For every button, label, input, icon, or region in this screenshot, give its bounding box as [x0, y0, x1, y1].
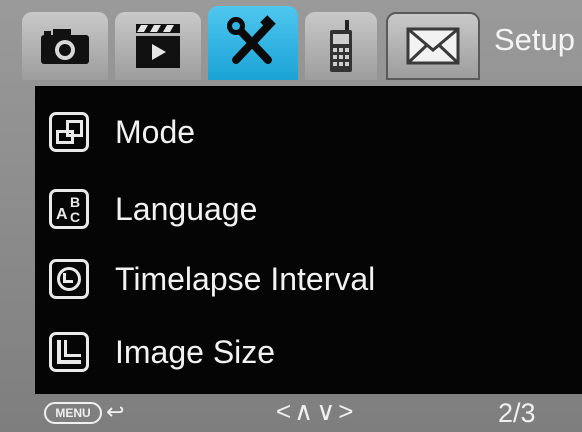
tab-cellular[interactable]	[305, 12, 377, 80]
language-icon-letter-b: B	[70, 194, 81, 210]
language-icon: A B C	[49, 189, 89, 229]
menu-item-timelapse-interval[interactable]: Timelapse Interval	[49, 251, 375, 307]
envelope-icon	[406, 27, 460, 65]
menu-item-label: Language	[115, 190, 258, 227]
menu-item-image-size[interactable]: Image Size	[49, 324, 275, 380]
image-size-icon	[49, 332, 89, 372]
back-icon: ↩	[106, 399, 125, 424]
camera-setup-screen: Setup Mode A B C Language Timelapse Inte…	[0, 0, 582, 432]
tab-video[interactable]	[115, 12, 201, 80]
settings-menu: Mode A B C Language Timelapse Interval I…	[35, 86, 582, 394]
video-icon	[136, 24, 180, 68]
tab-message[interactable]	[386, 12, 480, 80]
menu-item-label: Timelapse Interval	[115, 260, 376, 297]
menu-item-language[interactable]: A B C Language	[49, 181, 257, 237]
tools-icon	[227, 15, 276, 64]
mode-icon	[49, 112, 89, 152]
menu-item-mode[interactable]: Mode	[49, 104, 195, 160]
menu-item-label: Mode	[115, 113, 196, 150]
navigation-hint: <∧∨>	[276, 396, 357, 426]
language-icon-letter-a: A	[56, 206, 68, 223]
menu-button[interactable]: MENU	[44, 402, 102, 424]
menu-item-label: Image Size	[115, 333, 276, 370]
language-icon-letter-c: C	[70, 209, 81, 225]
footer-bar: MENU ↩ <∧∨> 2/3	[0, 394, 582, 432]
cellular-icon	[330, 20, 352, 72]
camera-icon	[41, 29, 89, 64]
tab-bar: Setup	[0, 0, 582, 80]
page-title: Setup	[494, 22, 576, 57]
tab-camera[interactable]	[22, 12, 108, 80]
page-indicator: 2/3	[498, 398, 536, 428]
timelapse-interval-icon	[49, 259, 89, 299]
tab-setup[interactable]	[208, 6, 298, 80]
